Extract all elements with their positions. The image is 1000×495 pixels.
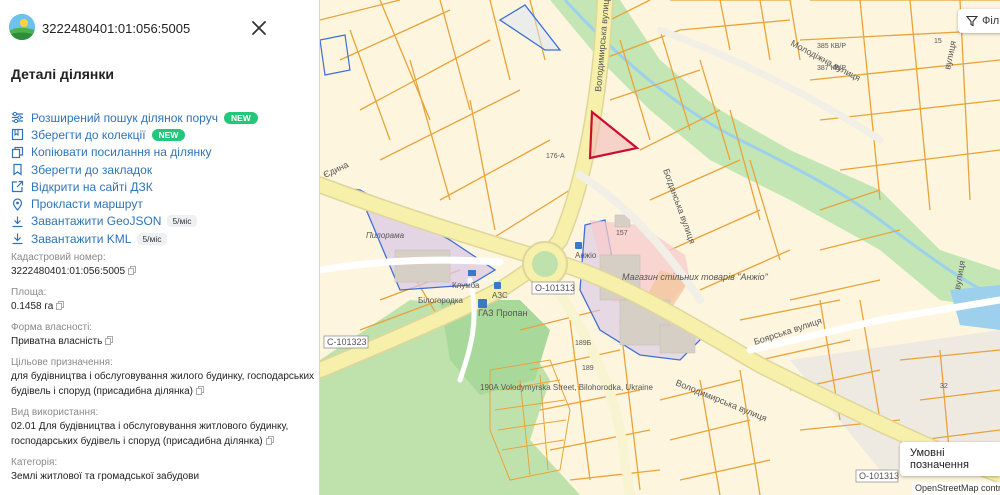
copy-icon[interactable] [105, 336, 114, 345]
field-label: Форма власності: [11, 322, 93, 333]
field-value: 3222480401:01:056:5005 [11, 264, 316, 279]
new-badge: NEW [151, 128, 186, 141]
field-value: для будівництва і обслуговування жилого … [11, 369, 316, 399]
action-label: Відкрити на сайті ДЗК [31, 179, 153, 194]
bilohorodka-label: Білогородка [418, 296, 463, 305]
poi-label-shop: Магазин стільних товарів "Анжіо" [622, 272, 769, 282]
quota-badge: 5/міс [167, 215, 197, 228]
download-icon [12, 233, 23, 245]
route-label: О-101313 [859, 471, 899, 481]
save-to-bookmarks-action[interactable]: Зберегти до закладок [11, 161, 258, 178]
field-value: Землі житлової та громадської забудови [11, 469, 316, 484]
cadastral-number-value: 3222480401:01:056:5005 [11, 266, 126, 277]
action-label: Завантажити GeoJSON [31, 214, 162, 229]
house-number: 385 КВ/Р [817, 43, 846, 50]
route-label: С-101323 [327, 337, 367, 347]
external-link-icon [11, 181, 24, 193]
address-label: 190А Volodymyrska Street, Bilohorodka, U… [480, 383, 654, 392]
copy-icon[interactable] [265, 436, 274, 445]
action-label: Зберегти до закладок [31, 162, 153, 177]
copy-link-action[interactable]: Копіювати посилання на ділянку [11, 144, 258, 161]
house-number: 15 [934, 38, 942, 45]
route-shield: О-101313 [531, 281, 575, 295]
field-label: Кадастровий номер: [11, 252, 106, 263]
action-label: Копіювати посилання на ділянку [31, 145, 212, 160]
route-shield: О-101313 [855, 469, 899, 483]
copy-icon [11, 146, 24, 158]
gas-station-label: ГАЗ Пропан [478, 308, 527, 318]
route-label: О-101313 [535, 283, 575, 293]
field-value: 02.01 Для будівництва і обслуговування ж… [11, 419, 316, 449]
filter-button[interactable]: Філ [958, 9, 1000, 33]
action-label: Зберегти до колекції [31, 127, 146, 142]
filter-icon [966, 15, 978, 27]
house-number: 176-А [546, 153, 565, 160]
route-action[interactable]: Прокласти маршрут [11, 195, 258, 212]
anzhio-label: Анжіо [575, 251, 597, 260]
field-label: Категорія: [11, 457, 58, 468]
pylorama-label: Пилорама [366, 231, 405, 240]
bookmark-icon [13, 163, 22, 176]
search-input[interactable] [40, 17, 264, 39]
map-pin-icon [12, 198, 23, 211]
actions-list: Розширений пошук ділянок поруч NEW Збере… [11, 109, 258, 247]
download-geojson-action[interactable]: Завантажити GeoJSON 5/міс [11, 213, 258, 230]
filter-label: Філ [982, 15, 1000, 27]
download-kml-action[interactable]: Завантажити KML 5/міс [11, 230, 258, 247]
azs-label: АЗС [492, 291, 508, 300]
legend-button[interactable]: Умовні позначення [900, 442, 1000, 476]
house-number: 189Б [575, 340, 592, 347]
field-value: 0.1458 га [11, 299, 316, 314]
app-logo[interactable] [9, 14, 35, 40]
house-number: 32 [940, 383, 948, 390]
copy-icon[interactable] [56, 301, 65, 310]
close-icon[interactable] [247, 16, 271, 40]
sliders-icon [12, 112, 23, 124]
route-shield: С-101323 [323, 335, 369, 349]
action-label: Прокласти маршрут [31, 197, 143, 212]
usage-value: 02.01 Для будівництва і обслуговування ж… [11, 421, 289, 447]
map-canvas[interactable]: О-101313 С-101323 О-101313 Володимирська… [320, 0, 1000, 495]
shop-label: Магазин стільних товарів "Анжіо" [622, 272, 769, 282]
copy-icon[interactable] [128, 266, 137, 275]
save-to-collection-action[interactable]: Зберегти до колекції NEW [11, 126, 258, 143]
house-number: 189 [582, 365, 594, 372]
category-value: Землі житлової та громадської забудови [11, 471, 200, 482]
copy-icon[interactable] [195, 386, 204, 395]
map-attribution[interactable]: OpenStreetMap contrib [912, 482, 1000, 495]
search-bar [0, 0, 319, 56]
house-number: 157 [616, 230, 628, 237]
area-value: 0.1458 га [11, 301, 54, 312]
klumba-label: Клумба [452, 281, 480, 290]
quota-badge: 5/міс [137, 232, 167, 245]
new-badge: NEW [223, 111, 258, 124]
field-value: Приватна власність [11, 334, 316, 349]
ownership-value: Приватна власність [11, 336, 103, 347]
purpose-value: для будівництва і обслуговування жилого … [11, 371, 315, 397]
field-label: Площа: [11, 287, 47, 298]
house-number: 387 КВ/Р [817, 65, 846, 72]
panel-title: Деталі ділянки [11, 66, 114, 82]
field-label: Вид використання: [11, 407, 99, 418]
parcel-fields: Кадастровий номер: 3222480401:01:056:500… [11, 252, 316, 484]
action-label: Розширений пошук ділянок поруч [31, 110, 218, 125]
field-label: Цільове призначення: [11, 357, 113, 368]
open-dzk-action[interactable]: Відкрити на сайті ДЗК [11, 178, 258, 195]
download-icon [12, 216, 23, 228]
extended-search-action[interactable]: Розширений пошук ділянок поруч NEW [11, 109, 258, 126]
details-panel: Деталі ділянки Розширений пошук ділянок … [0, 0, 320, 495]
bookmark-icon [11, 129, 24, 141]
action-label: Завантажити KML [31, 231, 132, 246]
